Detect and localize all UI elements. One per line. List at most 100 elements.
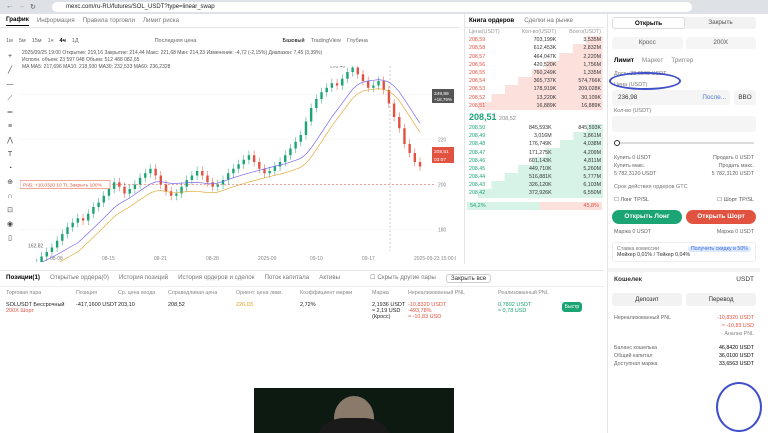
magnet-icon[interactable]: ∩ xyxy=(6,193,14,201)
ob-price: 208,59 xyxy=(469,37,486,44)
tab-open-orders[interactable]: Открытые ордера(0) xyxy=(50,274,109,283)
ask-row[interactable]: 208,52 13,220K 30,109K xyxy=(467,93,603,102)
tab-position-history[interactable]: История позиций xyxy=(119,274,168,283)
margin-mode-button[interactable]: Кросс xyxy=(612,37,683,49)
orderbook-table: Цена(USDT) Кол-во(USDT) Всего(USDT) 208,… xyxy=(467,28,603,110)
interval-1m[interactable]: 1м xyxy=(6,38,13,44)
open-long-button[interactable]: Открыть Лонг xyxy=(612,210,682,224)
bid-row[interactable]: 208,50 845,593K 845,593K xyxy=(467,123,603,133)
ask-row[interactable]: 208,59 703,199K 3,535M xyxy=(467,36,603,45)
ob-price: 208,54 xyxy=(469,78,486,85)
interval-1d[interactable]: 1Д xyxy=(72,38,79,44)
ask-row[interactable]: 208,57 464,047K 2,220M xyxy=(467,52,603,61)
view-tradingview[interactable]: TradingView xyxy=(311,38,341,44)
tab-orderbook[interactable]: Книга ордеров xyxy=(469,17,514,24)
price-input[interactable]: 236,98 После... xyxy=(612,90,730,105)
bid-row[interactable]: 208,44 516,881K 5,777M xyxy=(467,173,603,182)
deposit-button[interactable]: Депозит xyxy=(612,293,682,306)
leverage-button[interactable]: 200X xyxy=(685,37,756,49)
bid-row[interactable]: 208,49 3,016M 3,861M xyxy=(467,132,603,141)
bid-row[interactable]: 208,42 372,926K 6,550M xyxy=(467,189,603,198)
crosshair-icon[interactable]: + xyxy=(6,53,14,61)
upnl-value: -10,8320 USDT xyxy=(717,315,754,321)
bid-row[interactable]: 208,47 171,275K 4,209M xyxy=(467,148,603,157)
channel-icon[interactable]: ═ xyxy=(6,109,14,117)
pnl-analysis-link[interactable]: Анализ PNL xyxy=(724,330,754,338)
price-chart[interactable]: 24022020018008-0808-1508-2108-282025-090… xyxy=(20,66,456,262)
ask-row[interactable]: 208,51 16,889K 16,889K xyxy=(467,101,603,110)
ob-total: 845,593K xyxy=(578,124,601,131)
bid-row[interactable]: 208,48 176,749K 4,038M xyxy=(467,140,603,149)
order-type-market[interactable]: Маркет xyxy=(642,57,663,64)
candle-body xyxy=(382,81,385,90)
view-basic[interactable]: Базовый xyxy=(282,38,304,44)
hide-other-pairs[interactable]: ☐ Скрыть другие пары xyxy=(370,274,436,283)
long-tpsl-checkbox[interactable]: ☐ Лонг TP/SL xyxy=(614,197,649,203)
tab-rules[interactable]: Правила торговли xyxy=(83,17,135,24)
forward-icon[interactable]: → xyxy=(18,3,25,10)
discount-badge[interactable]: Получить скидку в 50% xyxy=(687,246,751,252)
order-type-limit[interactable]: Лимит xyxy=(614,57,634,64)
interval-5m[interactable]: 5м xyxy=(19,38,26,44)
ray-icon[interactable]: ⟋ xyxy=(6,95,14,103)
qty-slider[interactable] xyxy=(614,140,754,146)
back-icon[interactable]: ← xyxy=(6,3,13,10)
close-all-button[interactable]: Закрыть все xyxy=(445,274,492,283)
bid-row[interactable]: 208,46 601,143K 4,811M xyxy=(467,156,603,165)
time-in-force[interactable]: Срок действия ордеров GTC xyxy=(614,184,754,190)
tab-close[interactable]: Закрыть xyxy=(685,17,756,29)
open-short-button[interactable]: Открыть Шорт xyxy=(686,210,756,224)
ask-row[interactable]: 208,55 760,249K 1,335M xyxy=(467,68,603,78)
last-price-link[interactable]: После... xyxy=(702,90,726,105)
wallet-currency-select[interactable]: USDT xyxy=(736,276,754,283)
ask-row[interactable]: 208,54 365,737K 574,766K xyxy=(467,77,603,86)
tab-info[interactable]: Информация xyxy=(37,17,75,24)
address-bar[interactable]: mexc.com/ru-RU/futures/SOL_USDT?type=lin… xyxy=(52,2,692,12)
ask-row[interactable]: 208,56 420,520K 1,756M xyxy=(467,60,603,69)
interval-1h[interactable]: 1ч xyxy=(48,38,54,44)
measure-icon[interactable]: ◔ xyxy=(6,165,14,173)
ask-row[interactable]: 208,58 612,453K 2,832M xyxy=(467,44,603,53)
transfer-button[interactable]: Перевод xyxy=(686,293,756,306)
line-icon[interactable]: ╱ xyxy=(6,67,14,75)
position-liq-price: 226,03 xyxy=(236,302,253,308)
ob-price: 208,42 xyxy=(469,190,486,197)
ob-total: 574,766K xyxy=(578,78,601,85)
ob-qty: 3,016M xyxy=(533,133,552,140)
fib-icon[interactable]: ≡ xyxy=(6,123,14,131)
order-type-trigger[interactable]: Триггер xyxy=(671,57,693,64)
interval-4h[interactable]: 4ч xyxy=(60,38,66,44)
tab-market-trades[interactable]: Сделки на рынке xyxy=(524,17,573,24)
bid-row[interactable]: 208,45 449,710K 5,260M xyxy=(467,164,603,173)
pattern-icon[interactable]: ⋀ xyxy=(6,137,14,145)
bid-row[interactable]: 208,43 326,120K 6,103M xyxy=(467,181,603,190)
hline-icon[interactable]: — xyxy=(6,81,14,89)
tab-capital-flow[interactable]: Поток капитала xyxy=(264,274,309,283)
tab-order-history[interactable]: История ордеров и сделок xyxy=(178,274,254,283)
y-tick-label: 180 xyxy=(438,228,447,234)
view-depth[interactable]: Глубина xyxy=(347,38,368,44)
eye-icon[interactable]: ◉ xyxy=(6,221,14,229)
text-icon[interactable]: T xyxy=(6,151,14,159)
ob-total: 1,335M xyxy=(583,70,601,77)
reload-icon[interactable]: ↻ xyxy=(30,3,36,11)
ob-price: 208,45 xyxy=(469,165,486,172)
ob-total: 4,038M xyxy=(583,141,601,148)
candle-body xyxy=(190,175,194,180)
short-tpsl-checkbox[interactable]: ☐ Шорт TP/SL xyxy=(717,197,754,203)
last-price-select[interactable]: Последняя цена xyxy=(155,38,197,44)
bbo-button[interactable]: BBO xyxy=(734,90,756,105)
quick-close-button[interactable]: Быстр xyxy=(562,302,582,312)
tab-positions[interactable]: Позиции(1) xyxy=(6,274,40,283)
zoom-icon[interactable]: ⊕ xyxy=(6,179,14,187)
qty-input[interactable] xyxy=(612,116,756,132)
tab-open[interactable]: Открыть xyxy=(612,17,685,29)
ask-row[interactable]: 208,53 178,919K 209,028K xyxy=(467,85,603,94)
tab-risk[interactable]: Лимит риска xyxy=(143,17,179,24)
interval-15m[interactable]: 15м xyxy=(32,38,42,44)
tab-assets[interactable]: Активы xyxy=(319,274,340,283)
candle-body xyxy=(138,177,142,185)
lock-icon[interactable]: ⊡ xyxy=(6,207,14,215)
trash-icon[interactable]: ▯ xyxy=(6,235,14,243)
tab-chart[interactable]: График xyxy=(6,16,29,26)
